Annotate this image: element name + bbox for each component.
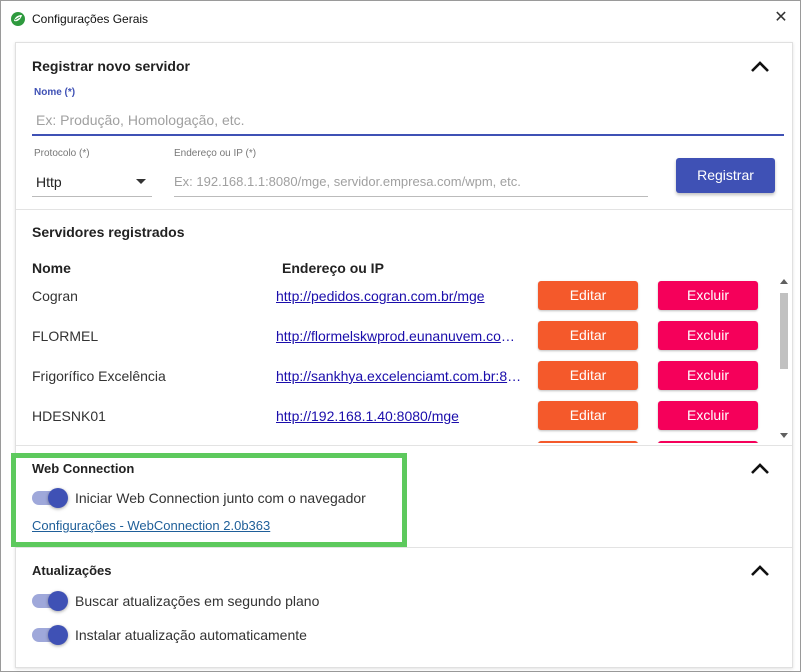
address-field-label: Endereço ou IP (*) [174,148,257,159]
scroll-down-arrow-icon[interactable] [780,433,788,438]
delete-button[interactable] [658,441,758,443]
protocol-select[interactable]: Http [36,174,62,190]
protocol-underline [32,196,152,197]
updates-section-title: Atualizações [32,563,112,578]
edit-button[interactable] [538,441,638,443]
title-bar: Configurações Gerais ✕ [1,1,800,35]
servers-list: Cogran http://pedidos.cogran.com.br/mge … [16,278,776,443]
column-header-name: Nome [32,260,71,276]
name-field-label: Nome (*) [34,87,76,98]
servers-scrollbar[interactable] [778,275,790,443]
edit-button[interactable]: Editar [538,281,638,310]
delete-button[interactable]: Excluir [658,401,758,430]
servers-section-title: Servidores registrados [32,224,185,240]
delete-button[interactable]: Excluir [658,281,758,310]
close-button[interactable]: ✕ [770,7,792,29]
server-name: Cogran [32,288,78,304]
edit-button[interactable]: Editar [538,361,638,390]
section-divider [16,547,792,548]
server-address-link[interactable]: http://sankhya.excelenciamt.com.br:8180/… [276,368,523,384]
web-connection-config-link[interactable]: Configurações - WebConnection 2.0b363 [32,518,270,533]
section-divider [16,445,792,446]
register-button[interactable]: Registrar [676,158,775,193]
name-input[interactable]: Ex: Produção, Homologação, etc. [36,112,245,128]
background-updates-toggle[interactable] [32,591,68,611]
app-leaf-icon [11,12,25,26]
server-name: FLORMEL [32,328,99,344]
toggle-knob [48,488,68,508]
server-name: HDESNK01 [32,408,106,424]
collapse-chevron-icon[interactable] [749,60,771,74]
name-input-underline [32,134,784,136]
window-title: Configurações Gerais [32,12,149,26]
address-underline [174,196,648,197]
auto-install-toggle[interactable] [32,625,68,645]
web-connection-toggle-label: Iniciar Web Connection junto com o naveg… [75,490,366,506]
delete-button[interactable]: Excluir [658,361,758,390]
toggle-knob [48,591,68,611]
collapse-chevron-icon[interactable] [749,462,771,476]
edit-button[interactable]: Editar [538,401,638,430]
delete-button[interactable]: Excluir [658,321,758,350]
scroll-up-arrow-icon[interactable] [780,279,788,284]
address-input[interactable]: Ex: 192.168.1.1:8080/mge, servidor.empre… [174,174,521,189]
register-section-title: Registrar novo servidor [32,58,190,74]
background-updates-label: Buscar atualizações em segundo plano [75,593,320,609]
toggle-knob [48,625,68,645]
server-address-link[interactable]: http://pedidos.cogran.com.br/mge [276,288,523,304]
settings-panel: Registrar novo servidor Nome (*) Ex: Pro… [15,42,793,668]
server-name: Frigorífico Excelência [32,368,166,384]
section-divider [16,209,792,210]
dropdown-caret-icon[interactable] [136,179,146,184]
server-address-link[interactable]: http://192.168.1.40:8080/mge [276,408,523,424]
settings-dialog: Configurações Gerais ✕ Registrar novo se… [0,0,801,672]
web-connection-title: Web Connection [32,461,135,476]
column-header-address: Endereço ou IP [282,260,384,276]
server-address-link[interactable]: http://flormelskwprod.eunanuvem.com.br/m… [276,328,523,344]
web-connection-toggle[interactable] [32,488,68,508]
auto-install-label: Instalar atualização automaticamente [75,627,307,643]
collapse-chevron-icon[interactable] [749,564,771,578]
edit-button[interactable]: Editar [538,321,638,350]
protocol-field-label: Protocolo (*) [34,148,90,159]
scrollbar-thumb[interactable] [780,293,788,369]
